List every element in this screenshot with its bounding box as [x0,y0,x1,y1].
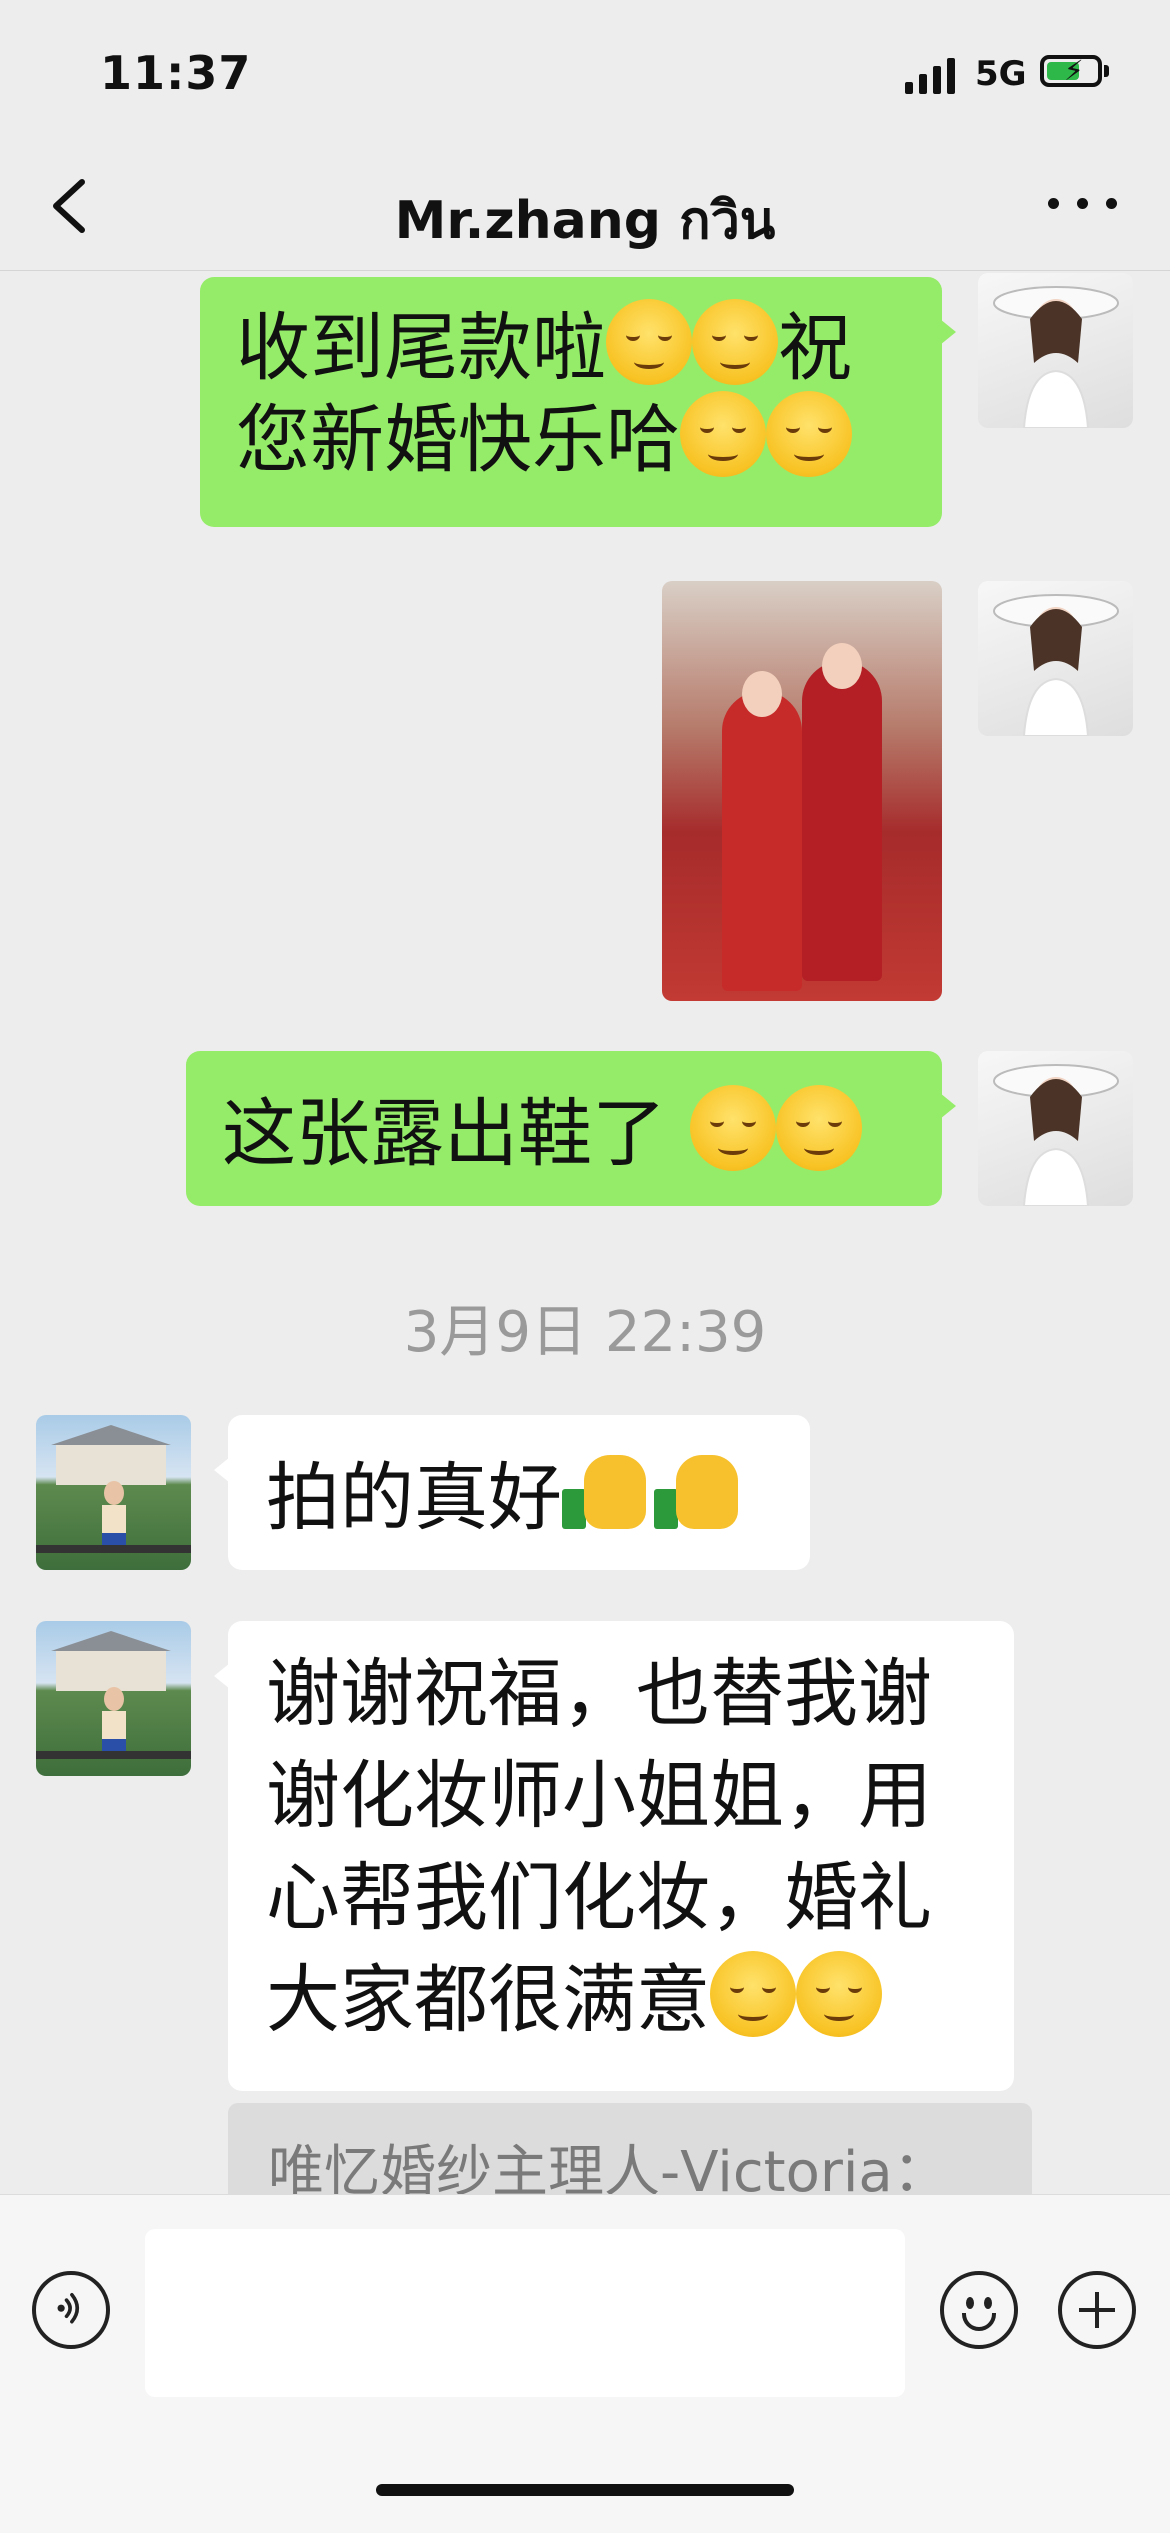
smirk-emoji-icon [692,299,778,385]
message-text: 祝 [778,305,852,391]
network-type: 5G [975,54,1027,94]
more-actions-button[interactable] [1058,2271,1136,2349]
my-avatar[interactable] [978,581,1133,736]
status-bar: 11:37 5G ⚡ [0,0,1170,140]
thumbs-up-emoji-icon [654,1449,746,1535]
message-bubble-sent[interactable]: 收到尾款啦 祝 您新婚快乐哈 [200,277,956,527]
relieved-emoji-icon [775,1085,862,1171]
message-text: 您新婚快乐哈 [236,397,680,483]
grin-emoji-icon [710,1951,796,2037]
chat-header: Mr.zhang กวิน [0,140,1170,271]
contact-avatar[interactable] [36,1415,191,1570]
battery-cap [1104,65,1109,77]
message-input[interactable] [145,2229,905,2397]
thumbs-up-emoji-icon [562,1449,654,1535]
blush-emoji-icon [680,391,766,477]
wedding-photo-message[interactable] [662,581,942,1001]
message-bubble-sent[interactable]: 这张露出鞋了 [186,1051,956,1206]
my-avatar[interactable] [978,273,1133,428]
contact-avatar[interactable] [36,1621,191,1776]
battery-icon: ⚡ [1040,54,1102,87]
wink-tongue-emoji-icon [796,1951,882,2037]
status-time: 11:37 [100,46,252,100]
message-text: 谢谢祝福，也替我谢 [266,1651,932,1737]
smirk-emoji-icon [606,299,692,385]
message-text: 拍的真好 [266,1455,562,1541]
more-options-icon[interactable] [1038,180,1128,220]
message-bubble-received[interactable]: 拍的真好 [214,1415,810,1570]
signal-icon [905,58,957,94]
message-text: 谢化妆师小姐姐，用 [266,1753,932,1839]
home-indicator [376,2484,794,2496]
message-text: 这张露出鞋了 [222,1091,690,1177]
message-text: 大家都很满意 [266,1957,710,2043]
voice-input-button[interactable] [32,2271,110,2349]
blush-emoji-icon [766,391,852,477]
relieved-emoji-icon [689,1085,776,1171]
chat-timestamp: 3月9日 22:39 [403,1300,767,1365]
chat-title: Mr.zhang กวิน [394,191,776,251]
message-bubble-received[interactable]: 谢谢祝福，也替我谢 谢化妆师小姐姐，用 心帮我们化妆，婚礼 大家都很满意 [214,1621,1014,2091]
quoted-message[interactable]: 唯忆婚纱主理人-Victoria： [228,2103,1032,2194]
message-text: 心帮我们化妆，婚礼 [266,1855,932,1941]
message-list[interactable]: 收到尾款啦 祝 您新婚快乐哈 这张露出鞋了 3月9日 22:39 拍的真好 谢谢祝… [0,271,1170,2194]
message-text: 收到尾款啦 [236,305,606,391]
emoji-picker-button[interactable] [940,2271,1018,2349]
input-bar [0,2194,1170,2533]
my-avatar[interactable] [978,1051,1133,1206]
